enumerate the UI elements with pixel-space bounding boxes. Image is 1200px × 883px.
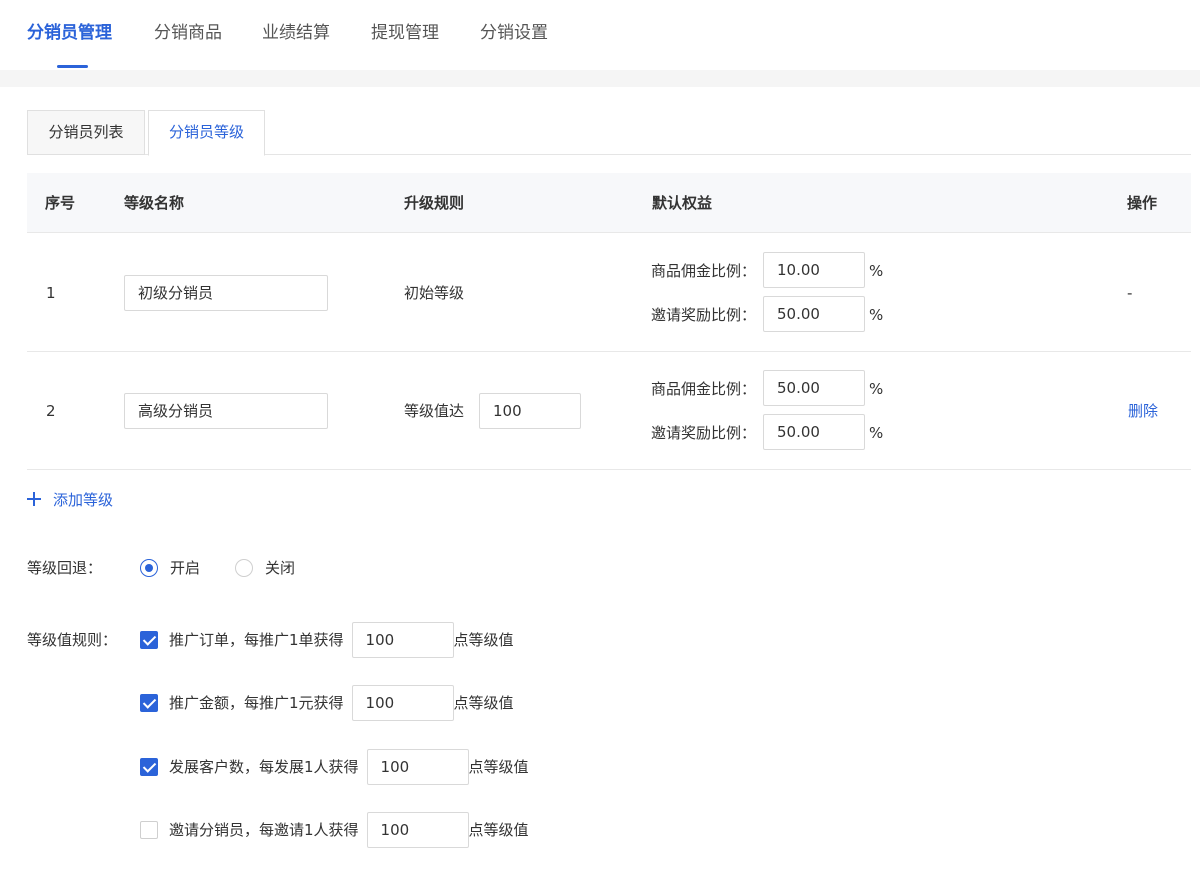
- radio-enable-label: 开启: [170, 559, 201, 577]
- radio-option-enable[interactable]: 开启: [140, 558, 200, 578]
- rule-suffix: 点等级值: [468, 821, 529, 839]
- level-fallback-label: 等级回退：: [27, 559, 103, 577]
- rule-customers-input[interactable]: 100: [366, 749, 469, 785]
- invite-rate-input[interactable]: 50.00: [763, 296, 865, 332]
- rule-customers-checkbox[interactable]: [140, 758, 158, 776]
- subtab-distributor-levels[interactable]: 分销员等级: [148, 110, 265, 156]
- percent-sign: %: [869, 262, 884, 280]
- commission-rate-input[interactable]: 10.00: [763, 252, 865, 288]
- delete-level-link[interactable]: 删除: [1128, 401, 1158, 421]
- rule-row-orders: 推广订单，每推广1单获得 100 点等级值: [140, 622, 514, 658]
- header-default-rights: 默认权益: [652, 194, 713, 212]
- row-index: 1: [46, 284, 56, 302]
- tab-distribution-products[interactable]: 分销商品: [154, 22, 222, 44]
- rule-orders-input[interactable]: 100: [351, 622, 454, 658]
- header-index: 序号: [45, 194, 76, 212]
- invite-label: 邀请奖励比例：: [651, 306, 757, 324]
- tab-withdrawal-management[interactable]: 提现管理: [371, 22, 439, 44]
- header-upgrade-rule: 升级规则: [404, 194, 465, 212]
- commission-rate-input[interactable]: 50.00: [763, 370, 865, 406]
- rule-customers-text: 发展客户数，每发展1人获得: [169, 758, 359, 776]
- add-level-button[interactable]: 添加等级: [27, 488, 113, 510]
- rule-invites-text: 邀请分销员，每邀请1人获得: [169, 821, 359, 839]
- level-name-input[interactable]: 初级分销员: [124, 275, 328, 311]
- radio-disable[interactable]: [235, 559, 253, 577]
- header-actions: 操作: [1127, 194, 1158, 212]
- row-index: 2: [46, 402, 56, 420]
- rule-amount-checkbox[interactable]: [140, 694, 158, 712]
- table-header: 序号 等级名称 升级规则 默认权益 操作: [27, 173, 1191, 233]
- level-value-input[interactable]: 100: [479, 393, 581, 429]
- rule-suffix: 点等级值: [468, 758, 529, 776]
- subtab-distributor-list[interactable]: 分销员列表: [27, 110, 145, 155]
- commission-label: 商品佣金比例：: [651, 262, 757, 280]
- plus-icon: [27, 492, 41, 506]
- radio-enable[interactable]: [140, 559, 158, 577]
- sub-tabs: 分销员列表 分销员等级: [27, 110, 1191, 156]
- add-level-label: 添加等级: [53, 490, 114, 509]
- active-tab-indicator: [57, 65, 88, 68]
- rule-row-customers: 发展客户数，每发展1人获得 100 点等级值: [140, 749, 529, 785]
- radio-disable-label: 关闭: [265, 559, 296, 577]
- rule-amount-input[interactable]: 100: [351, 685, 454, 721]
- rule-suffix: 点等级值: [453, 694, 514, 712]
- tab-distributor-management[interactable]: 分销员管理: [27, 22, 112, 44]
- percent-sign: %: [869, 380, 884, 398]
- rule-suffix: 点等级值: [453, 631, 514, 649]
- tab-distribution-settings[interactable]: 分销设置: [480, 22, 548, 44]
- rule-orders-text: 推广订单，每推广1单获得: [169, 631, 344, 649]
- percent-sign: %: [869, 424, 884, 442]
- rule-invites-checkbox[interactable]: [140, 821, 158, 839]
- rule-row-amount: 推广金额，每推广1元获得 100 点等级值: [140, 685, 514, 721]
- rule-invites-input[interactable]: 100: [366, 812, 469, 848]
- radio-option-disable[interactable]: 关闭: [235, 558, 295, 578]
- upgrade-rule-text: 初始等级: [404, 284, 465, 302]
- no-action: -: [1127, 284, 1133, 302]
- level-name-input[interactable]: 高级分销员: [124, 393, 328, 429]
- rule-row-invites: 邀请分销员，每邀请1人获得 100 点等级值: [140, 812, 529, 848]
- percent-sign: %: [869, 306, 884, 324]
- rule-orders-checkbox[interactable]: [140, 631, 158, 649]
- tab-performance-settlement[interactable]: 业绩结算: [262, 22, 330, 44]
- invite-rate-input[interactable]: 50.00: [763, 414, 865, 450]
- header-level-name: 等级名称: [124, 194, 185, 212]
- top-nav: 分销员管理 分销商品 业绩结算 提现管理 分销设置: [0, 0, 1200, 70]
- level-rules-label: 等级值规则：: [27, 631, 118, 649]
- upgrade-rule-text: 等级值达: [404, 402, 465, 420]
- commission-label: 商品佣金比例：: [651, 380, 757, 398]
- rule-amount-text: 推广金额，每推广1元获得: [169, 694, 344, 712]
- table-row: 1 初级分销员 初始等级 商品佣金比例： 10.00 % 邀请奖励比例： 50.…: [27, 234, 1191, 352]
- invite-label: 邀请奖励比例：: [651, 424, 757, 442]
- section-divider: [0, 70, 1200, 87]
- table-row: 2 高级分销员 等级值达 100 商品佣金比例： 50.00 % 邀请奖励比例：…: [27, 352, 1191, 470]
